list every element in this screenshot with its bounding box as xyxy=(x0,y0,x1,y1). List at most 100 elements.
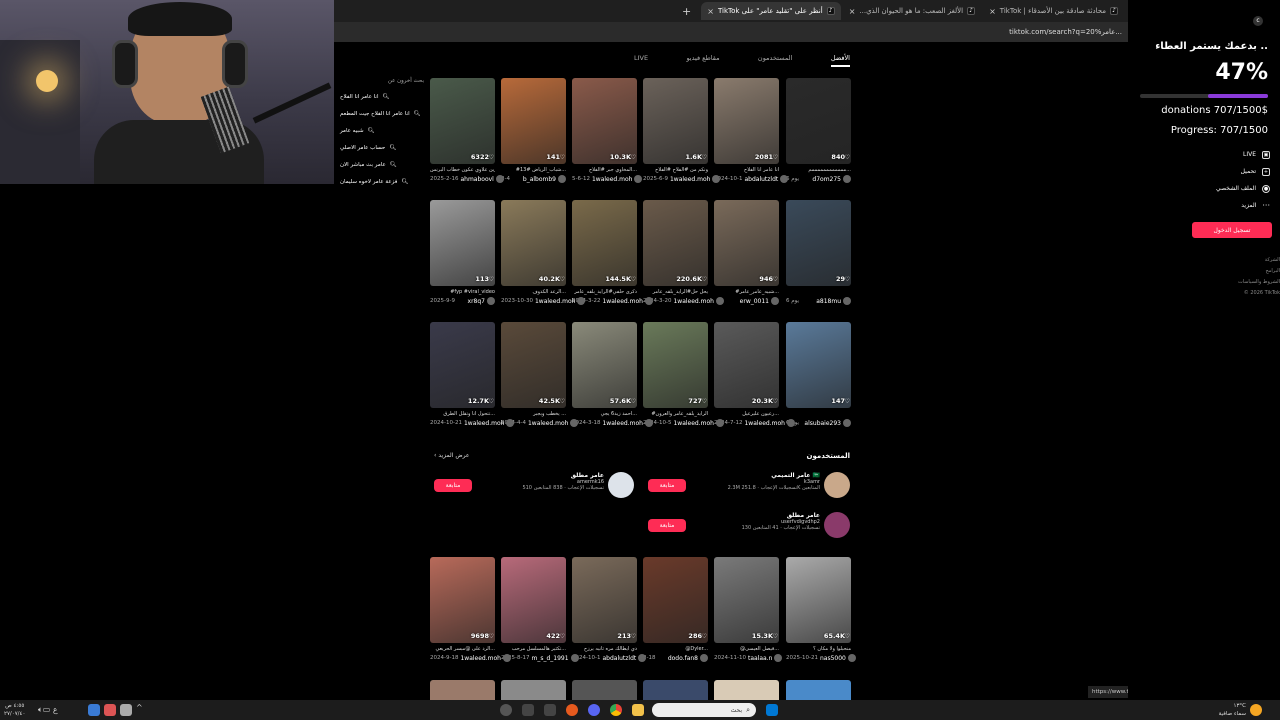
follow-button[interactable]: متابعة xyxy=(648,479,686,492)
video-author[interactable]: abdalutzldt xyxy=(744,176,778,183)
file-explorer-icon[interactable] xyxy=(632,704,644,716)
video-thumbnail-partial[interactable] xyxy=(430,680,495,700)
video-card[interactable]: 113 ♡ #fyp #viral_video 2025-9-9 xr8q7 xyxy=(430,200,495,305)
video-thumbnail[interactable]: 12.7K ♡ xyxy=(430,322,495,408)
video-card[interactable]: 40.2K ♡ الرعد الكذوف... 2023-10-30 1waleed.m… xyxy=(501,200,586,305)
video-card[interactable]: 147♡ 6 يومalsubaie293 xyxy=(786,322,851,427)
see-more-link[interactable]: ‹ عرض المزيد xyxy=(434,452,469,459)
video-author[interactable]: nas5000 xyxy=(820,655,846,662)
video-author[interactable]: dodo.fan8 xyxy=(668,655,698,662)
video-thumbnail[interactable]: 141 ♡ xyxy=(501,78,566,164)
video-author[interactable]: a818mu xyxy=(816,298,841,305)
close-icon[interactable]: × xyxy=(989,7,996,16)
video-thumbnail[interactable]: 40.2K ♡ xyxy=(501,200,566,286)
video-thumbnail-partial[interactable] xyxy=(572,680,637,700)
video-thumbnail[interactable]: 113 ♡ xyxy=(430,200,495,286)
weather[interactable]: ١٣°C سماء صافية xyxy=(1206,702,1246,718)
video-author[interactable]: 1waleed.moh xyxy=(673,420,714,427)
video-thumbnail-partial[interactable] xyxy=(501,680,566,700)
video-card[interactable]: 727 ♡ #الرايد_بلقه_عامر والعرون 2024-10-5 1w… xyxy=(643,322,724,427)
video-card[interactable]: 840 ♡ ممممممممممممم... 6 يوم d7om275 xyxy=(786,78,851,183)
video-author[interactable]: d7om275 xyxy=(812,176,841,183)
video-author[interactable]: ahmaboovl xyxy=(460,176,493,183)
video-card[interactable]: 65.4K ♡ منحبلوا ولا مكان ؟ 2025-10-21 nas500… xyxy=(786,557,856,662)
video-card[interactable]: 12.7K ♡ تتحول انا وتقلل الطرق... 2024-10-21… xyxy=(430,322,515,427)
video-card[interactable]: 9698 ♡ الرد على @مبسر الحربعي... 2024-9-18 1… xyxy=(430,557,511,662)
video-author[interactable]: 1waleed.moh xyxy=(464,420,505,427)
tray-app-icon[interactable] xyxy=(120,704,132,716)
related-search-item[interactable]: 🔍︎ انا عامر انا الفلاح xyxy=(340,88,424,105)
video-author[interactable]: m_s_d_1991 xyxy=(531,655,568,662)
video-thumbnail[interactable]: 15.3K ♡ xyxy=(714,557,779,643)
video-thumbnail-partial[interactable] xyxy=(714,680,779,700)
video-author[interactable]: taalaa.n xyxy=(748,655,772,662)
video-card[interactable]: 57.6K ♡ احمد زيد6 يجي... 2024-3-18 1waleed.m… xyxy=(572,322,653,427)
video-card[interactable]: 20.3K ♡ رعيون عليرعيل... 2024-7-12 1waleed.m… xyxy=(714,322,795,427)
sidebar-item-live[interactable]: LIVE ▣ xyxy=(1188,146,1270,163)
video-thumbnail[interactable]: 840 ♡ xyxy=(786,78,851,164)
chrome-icon[interactable] xyxy=(610,704,622,716)
video-thumbnail[interactable]: 10.3K ♡ xyxy=(572,78,637,164)
video-author[interactable]: 1waleed.moh xyxy=(670,176,711,183)
video-card[interactable]: 144.5K ♡ ذكرى حلفي#الرايد_بلقه_عامر 2024-3-… xyxy=(572,200,653,305)
video-thumbnail[interactable]: 1.6K ♡ xyxy=(643,78,708,164)
video-card[interactable]: 286 ♡ @Dyler... 2-18 dodo.fan8 xyxy=(643,557,708,662)
browser-tab-active[interactable]: ♪ أنظر على "تقليد عامر" على TikTok × xyxy=(701,2,841,20)
tab-users[interactable]: المستخدمون xyxy=(758,54,793,67)
browser-tab[interactable]: ♪ الألغز الصعب: ما هو الحيوان الذي... × xyxy=(843,2,981,20)
video-thumbnail[interactable]: 422 ♡ xyxy=(501,557,566,643)
clock[interactable]: ٤:٥٥ ص ٢٧/٠٧/٤٠ xyxy=(4,702,25,718)
video-card[interactable]: 946 ♡ #شبيه_عامر_عامر... erw_0011 xyxy=(714,200,779,305)
video-author[interactable]: abdalutzldt xyxy=(602,655,636,662)
video-thumbnail[interactable]: 727 ♡ xyxy=(643,322,708,408)
tab-top[interactable]: الأفضل xyxy=(830,54,850,67)
tab-videos[interactable]: مقاطع فيديو xyxy=(686,54,719,67)
tray-app-icon[interactable] xyxy=(88,704,100,716)
follow-button[interactable]: متابعة xyxy=(648,519,686,532)
video-card[interactable]: 422 ♡ تكثير هالمسلسل مرحب... 2025-8-17 m_s_d… xyxy=(501,557,579,662)
video-author[interactable]: 1waleed.moh xyxy=(460,655,501,662)
video-author[interactable]: 1waleed.moh xyxy=(535,298,576,305)
app-icon[interactable] xyxy=(544,704,556,716)
app-icon[interactable] xyxy=(500,704,512,716)
new-tab-button[interactable]: + xyxy=(682,5,691,18)
video-thumbnail[interactable]: 946 ♡ xyxy=(714,200,779,286)
close-icon[interactable]: × xyxy=(849,7,856,16)
video-thumbnail[interactable]: 2081 ♡ xyxy=(714,78,779,164)
video-card[interactable]: 42.5K♡يخطب ويجبر ...2024-4-41waleed.moh xyxy=(501,322,579,427)
video-thumbnail[interactable]: 57.6K ♡ xyxy=(572,322,637,408)
footer-link[interactable]: الشركة xyxy=(1218,255,1280,266)
sidebar-item-profile[interactable]: الملف الشخصي ● xyxy=(1188,180,1270,197)
video-author[interactable]: 1waleed.moh xyxy=(744,420,785,427)
video-thumbnail[interactable]: 6322 ♡ xyxy=(430,78,495,164)
firefox-icon[interactable] xyxy=(566,704,578,716)
close-icon[interactable]: × xyxy=(707,7,714,16)
video-card[interactable]: 141 ♡ #شباب_الرياض #13... 2-4 b_albomb9 xyxy=(501,78,566,183)
related-search-item[interactable]: 🔍︎ انا عامر انا الفلاح جيت المطعم xyxy=(340,105,424,122)
login-button[interactable]: تسجيل الدخول xyxy=(1192,222,1272,238)
video-author[interactable]: b_albomb9 xyxy=(523,176,556,183)
video-thumbnail[interactable]: 144.5K ♡ xyxy=(572,200,637,286)
related-search-item[interactable]: 🔍︎ حساب عامر الاصلي xyxy=(340,139,424,156)
user-card[interactable]: عامر مطلق amermk16 510 تسجيلات الإعجاب ·… xyxy=(504,472,634,498)
video-card[interactable]: 29 ♡ 6 يوم a818mu xyxy=(786,200,851,305)
browser-tab[interactable]: ♪ محادثة صادقة بين الأصدقاء | TikTok × xyxy=(983,2,1124,20)
video-author[interactable]: 1waleed.moh xyxy=(528,420,569,427)
related-search-item[interactable]: 🔍︎ فزعة عامر لاخوه سليمان xyxy=(340,173,424,190)
video-thumbnail[interactable]: 29 ♡ xyxy=(786,200,851,286)
video-thumbnail[interactable]: 213 ♡ xyxy=(572,557,637,643)
video-card[interactable]: 15.3K ♡ @فيصل العيسى... 2024-11-10 taalaa.n xyxy=(714,557,783,662)
video-card[interactable]: 6322 ♡ الزين علاوي عكون خطاب البرنس 2025-2-… xyxy=(430,78,504,183)
video-thumbnail-partial[interactable] xyxy=(643,680,708,700)
video-card[interactable]: 2081 ♡ انا عامر انا الفلاح 2024-10-1 abdalut… xyxy=(714,78,789,183)
tray-icons[interactable]: 🔈︎▭ ع xyxy=(38,705,58,715)
video-thumbnail[interactable]: 65.4K ♡ xyxy=(786,557,851,643)
video-author[interactable]: 1waleed.moh xyxy=(602,298,643,305)
discord-icon[interactable] xyxy=(588,704,600,716)
video-author[interactable]: alsubaie293 xyxy=(804,420,841,427)
video-author[interactable]: 1waleed.moh xyxy=(602,420,643,427)
video-thumbnail[interactable]: 9698 ♡ xyxy=(430,557,495,643)
sidebar-item-upload[interactable]: تحميل + xyxy=(1188,163,1270,180)
video-thumbnail[interactable]: 220.6K ♡ xyxy=(643,200,708,286)
tray-app-icon[interactable] xyxy=(104,704,116,716)
